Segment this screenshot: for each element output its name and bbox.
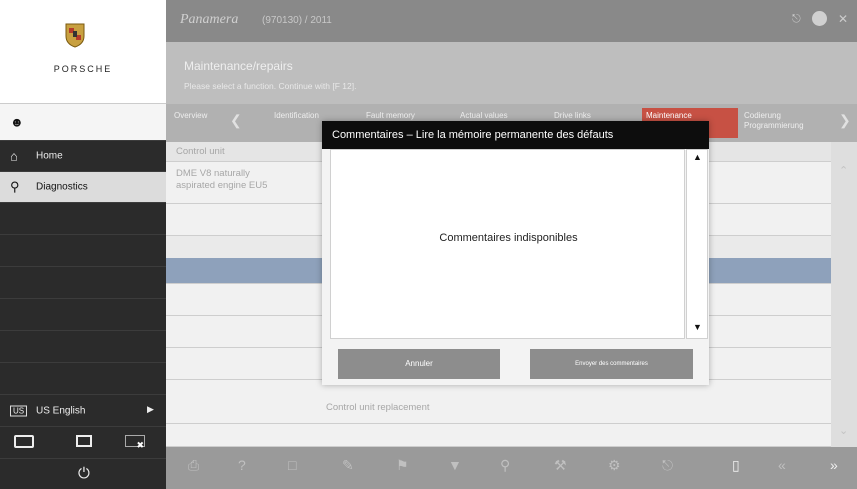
send-comments-button[interactable]: Envoyer des commentaires: [530, 349, 693, 379]
power-icon[interactable]: ⏻: [78, 465, 90, 482]
network-off-icon[interactable]: ✖: [125, 435, 145, 450]
logo-area: PORSCHE: [0, 0, 166, 104]
connection-icon[interactable]: ⎋: [792, 13, 801, 26]
top-bar: Panamera (970130) / 2011 ⎋ ✕: [166, 0, 857, 42]
diagnostics-icon: ⚲: [10, 179, 20, 194]
brand-text: PORSCHE: [53, 64, 113, 74]
arrow-down-icon[interactable]: ▼: [693, 322, 702, 332]
sidebar-empty-row: [0, 298, 166, 330]
model-code: (970130) / 2011: [262, 15, 332, 26]
dialog-scrollbar[interactable]: ▲ ▼: [686, 149, 708, 339]
sidebar-item-home[interactable]: ⌂ Home: [0, 140, 166, 171]
info-icon[interactable]: [812, 11, 827, 26]
dialog-title: Commentaires – Lire la mémoire permanent…: [322, 121, 709, 149]
model-logo: Panamera: [180, 12, 239, 27]
sidebar-empty-row: [0, 202, 166, 234]
porsche-crest-icon: [65, 23, 85, 48]
flag-icon: US: [10, 405, 28, 416]
language-selector[interactable]: US US English ▶: [0, 394, 166, 426]
close-icon[interactable]: ✕: [838, 12, 848, 26]
sidebar-empty-row: [0, 266, 166, 298]
user-row[interactable]: ☻: [0, 104, 166, 140]
sidebar-empty-row: [0, 330, 166, 362]
device-icons-row: ✖: [0, 426, 166, 458]
cancel-button[interactable]: Annuler: [338, 349, 500, 379]
display-icon[interactable]: [76, 435, 92, 447]
power-row: ⏻: [0, 458, 166, 489]
sidebar-empty-row: [0, 362, 166, 394]
chevron-right-icon: ▶: [147, 404, 154, 414]
user-icon: ☻: [10, 114, 24, 130]
sidebar-item-diagnostics[interactable]: ⚲ Diagnostics: [0, 171, 166, 202]
sidebar-empty-row: [0, 234, 166, 266]
arrow-up-icon[interactable]: ▲: [693, 152, 702, 162]
comments-area[interactable]: Commentaires indisponibles: [330, 149, 685, 339]
language-label: US English: [36, 405, 86, 416]
battery-icon[interactable]: [14, 435, 34, 448]
sidebar-item-label: Diagnostics: [36, 181, 88, 193]
home-icon: ⌂: [10, 148, 18, 164]
dialog-message: Commentaires indisponibles: [439, 232, 578, 244]
sidebar-item-label: Home: [36, 150, 63, 162]
